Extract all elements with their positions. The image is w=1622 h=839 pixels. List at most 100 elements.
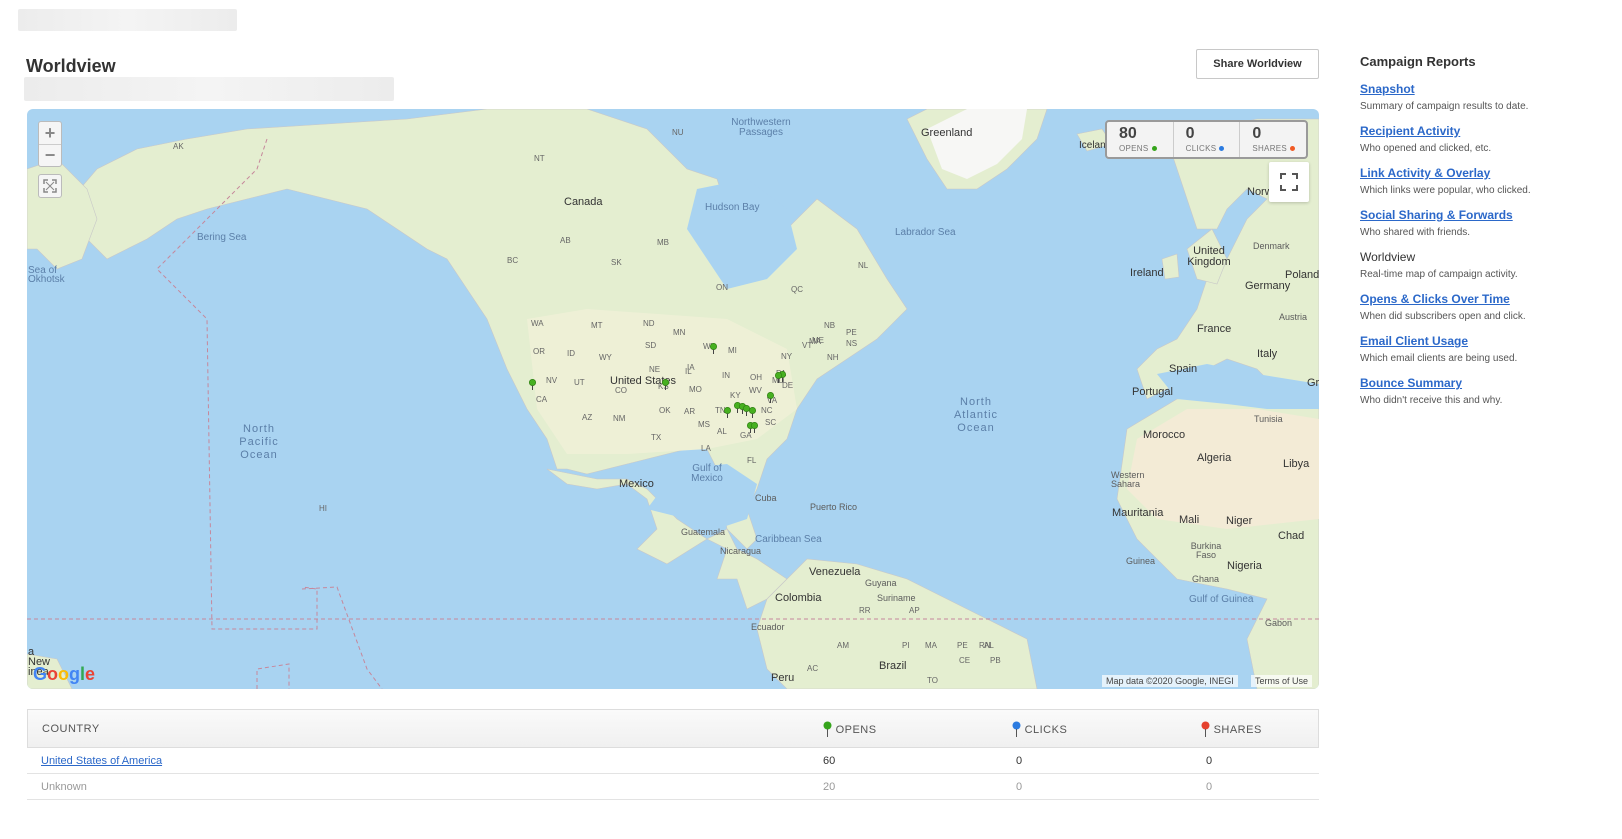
- map-state-label: PE: [957, 641, 968, 650]
- fullscreen-button[interactable]: [1269, 162, 1309, 202]
- open-marker-pin-icon[interactable]: [724, 407, 731, 418]
- stat-shares: 0 SHARES: [1240, 122, 1306, 157]
- reset-view-button[interactable]: [38, 174, 62, 198]
- stat-opens-value: 80: [1119, 125, 1137, 142]
- map-label-nigeria: Nigeria: [1227, 560, 1262, 572]
- open-marker-pin-icon[interactable]: [767, 392, 774, 403]
- map-label-mali: Mali: [1179, 514, 1200, 526]
- zoom-out-button[interactable]: −: [39, 144, 61, 166]
- col-shares-label: SHARES: [1213, 723, 1262, 736]
- blue-pin-icon: [1012, 721, 1021, 737]
- map-state-label: OH: [750, 373, 762, 382]
- country-link[interactable]: United States of America: [41, 755, 162, 767]
- country-table: COUNTRY OPENS CLICKS SHARES United State…: [27, 709, 1319, 800]
- open-marker-pin-icon[interactable]: [710, 343, 717, 354]
- sidebar-item-snapshot: Snapshot Summary of campaign results to …: [1360, 82, 1610, 112]
- map-state-label: QC: [791, 285, 803, 294]
- snapshot-link[interactable]: Snapshot: [1360, 82, 1610, 96]
- map-label-morocco: Morocco: [1143, 429, 1186, 441]
- map-state-label: SK: [611, 258, 622, 267]
- map-state-label: NE: [649, 365, 661, 374]
- map-label-guatemala: Guatemala: [681, 527, 726, 537]
- map-state-label: AM: [837, 641, 849, 650]
- map-label-italy: Italy: [1257, 348, 1278, 360]
- map-state-label: AP: [909, 606, 920, 615]
- map-label-niger: Niger: [1226, 515, 1253, 527]
- green-pin-icon: [823, 721, 832, 737]
- map-state-label: NM: [613, 414, 626, 423]
- sidebar-item-opens-clicks: Opens & Clicks Over Time When did subscr…: [1360, 292, 1610, 322]
- map-state-label: NT: [534, 154, 545, 163]
- map-label-gabon: Gabon: [1265, 618, 1293, 628]
- opens-clicks-link[interactable]: Opens & Clicks Over Time: [1360, 292, 1610, 306]
- map-label-poland: Poland: [1285, 269, 1319, 281]
- map-label-cuba: Cuba: [755, 493, 777, 503]
- table-row: Unknown 20 0 0: [27, 774, 1319, 800]
- map-state-label: PB: [990, 656, 1001, 665]
- map-label-iceland: Icelan: [1079, 140, 1106, 151]
- map-label-burkina-faso: Burkina Faso: [1190, 541, 1222, 560]
- map-label-libya: Libya: [1283, 458, 1310, 470]
- map-state-label: NB: [824, 321, 836, 330]
- open-marker-pin-icon[interactable]: [775, 372, 782, 383]
- map-state-label: UT: [574, 378, 585, 387]
- zoom-in-button[interactable]: +: [39, 122, 61, 144]
- map-label-north-pacific-ocean: North Pacific Ocean: [239, 423, 279, 461]
- col-opens[interactable]: OPENS: [823, 721, 877, 737]
- open-marker-pin-icon[interactable]: [662, 379, 669, 390]
- map-label-hudson-bay: Hudson Bay: [705, 202, 760, 213]
- map-state-label: AB: [560, 236, 571, 245]
- col-clicks-label: CLICKS: [1024, 723, 1068, 736]
- open-marker-pin-icon[interactable]: [751, 422, 758, 433]
- map-state-label: MT: [591, 321, 603, 330]
- map-state-label: DE: [782, 381, 794, 390]
- map-label-western-sahara: Western Sahara: [1111, 470, 1145, 489]
- map-state-label: TO: [927, 676, 938, 685]
- map-state-label: MS: [698, 420, 710, 429]
- col-shares[interactable]: SHARES: [1201, 721, 1262, 737]
- map-label-mexico: Mexico: [619, 478, 654, 490]
- expand-icon: [43, 179, 57, 193]
- map-label-gulf-of-mexico: Gulf of Mexico: [691, 463, 723, 484]
- opens-dot-icon: [1151, 146, 1157, 152]
- bounce-summary-link[interactable]: Bounce Summary: [1360, 376, 1610, 390]
- map-state-label: MO: [689, 385, 702, 394]
- open-marker-pin-icon[interactable]: [749, 407, 756, 418]
- recipient-activity-link[interactable]: Recipient Activity: [1360, 124, 1610, 138]
- share-worldview-button[interactable]: Share Worldview: [1196, 49, 1319, 79]
- map-state-label: AR: [684, 407, 696, 416]
- map-basemap: [27, 109, 1319, 689]
- col-country[interactable]: COUNTRY: [42, 723, 100, 735]
- shares-dot-icon: [1290, 146, 1296, 152]
- zoom-control: + −: [38, 121, 62, 167]
- map-state-label: AL: [984, 641, 994, 650]
- col-clicks[interactable]: CLICKS: [1012, 721, 1067, 737]
- map-label-labrador-sea: Labrador Sea: [895, 227, 956, 238]
- map-label-guyana: Guyana: [865, 578, 897, 588]
- map-state-label: PI: [902, 641, 910, 650]
- bounce-summary-desc: Who didn't receive this and why.: [1360, 395, 1503, 406]
- map-label-denmark: Denmark: [1253, 241, 1290, 251]
- map-label-chad: Chad: [1278, 530, 1305, 542]
- map-label-peru: Peru: [771, 672, 795, 684]
- map-state-label: IL: [685, 367, 692, 376]
- map-state-label: SD: [645, 341, 657, 350]
- social-sharing-link[interactable]: Social Sharing & Forwards: [1360, 208, 1610, 222]
- cell-shares: 0: [1206, 754, 1213, 767]
- link-activity-link[interactable]: Link Activity & Overlay: [1360, 166, 1610, 180]
- email-client-link[interactable]: Email Client Usage: [1360, 334, 1610, 348]
- map-label-puerto-rico: Puerto Rico: [810, 502, 858, 512]
- open-marker-pin-icon[interactable]: [529, 379, 536, 390]
- map-label-brazil: Brazil: [879, 660, 907, 672]
- cell-opens: 60: [823, 754, 836, 767]
- fullscreen-icon: [1280, 173, 1298, 191]
- stat-shares-value: 0: [1252, 125, 1262, 142]
- map-label-venezuela: Venezuela: [809, 566, 861, 578]
- map-stats-box: 80 OPENS 0 CLICKS 0 SHARES: [1105, 120, 1308, 159]
- map-state-label: BC: [507, 256, 519, 265]
- cell-clicks: 0: [1016, 780, 1023, 793]
- world-map[interactable]: Greenland Icelan Canada United States Me…: [27, 109, 1319, 689]
- clicks-dot-icon: [1219, 146, 1225, 152]
- map-label-hawaii: HI: [319, 504, 327, 513]
- terms-of-use-link[interactable]: Terms of Use: [1251, 675, 1313, 687]
